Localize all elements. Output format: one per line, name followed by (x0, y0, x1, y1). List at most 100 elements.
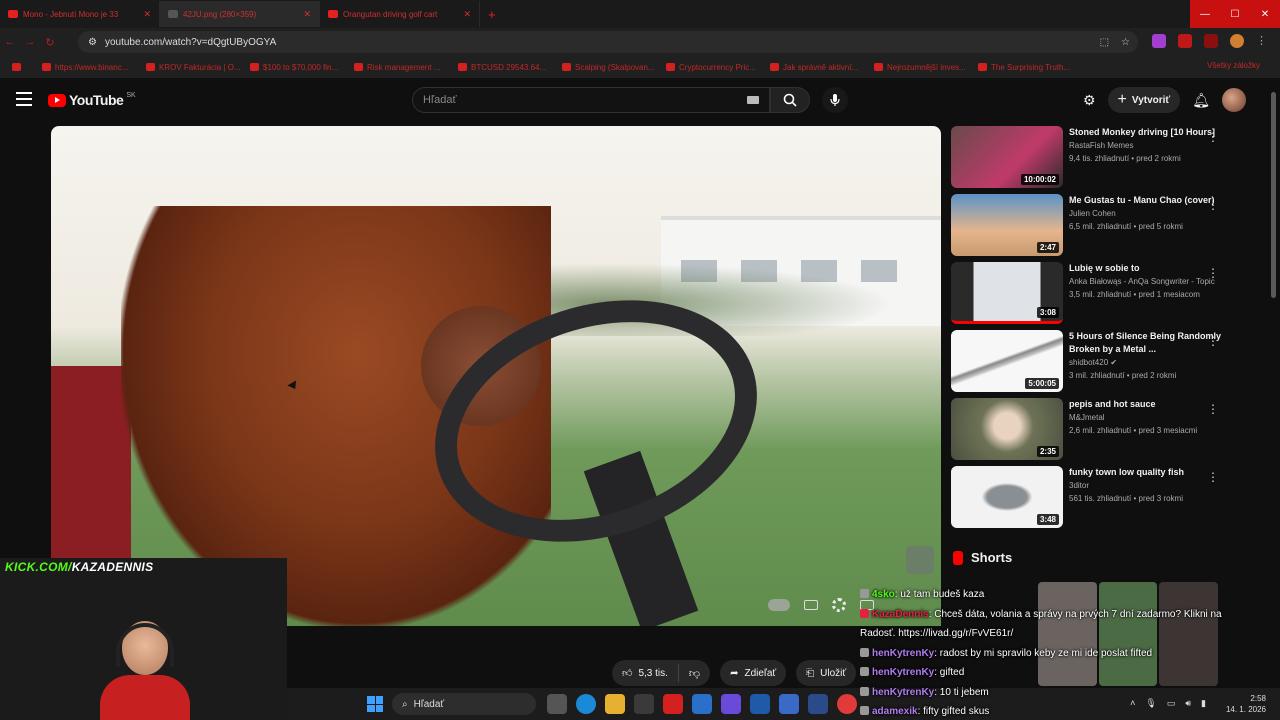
voice-search-button[interactable] (822, 87, 848, 113)
app-icon[interactable] (750, 694, 770, 714)
broadcaster-badge-icon (860, 608, 869, 618)
save-button[interactable]: ⎗ Uložiť (796, 660, 857, 686)
more-options-icon[interactable]: ⋮ (1207, 470, 1219, 484)
windows-start-icon[interactable] (367, 696, 383, 712)
like-button[interactable]: 👍︎ 5,3 tis. (612, 664, 679, 682)
recommendation-item[interactable]: 3:48 funky town low quality fish 3ditor 56… (951, 466, 1231, 534)
more-options-icon[interactable]: ⋮ (1207, 334, 1219, 348)
microphone-icon (830, 94, 840, 106)
close-tab-icon[interactable]: ✕ (303, 9, 311, 20)
bookmark[interactable]: https://www.binanc... (38, 63, 142, 72)
chat-message: henKytrenKy: gifted (860, 663, 1280, 683)
youtube-header: YouTube SK Hľadať ⚙ + Vytvoriť 🔔︎ (0, 78, 1280, 122)
store-icon[interactable] (634, 694, 654, 714)
browser-tab[interactable]: 42JU.png (280×359) ✕ (160, 1, 320, 27)
video-thumbnail[interactable]: 10:00:02 (951, 126, 1063, 188)
more-options-icon[interactable]: ⋮ (1207, 130, 1219, 144)
search-button[interactable] (770, 87, 810, 113)
create-button[interactable]: + Vytvoriť (1107, 87, 1181, 113)
search-icon: ⌕ (402, 698, 408, 710)
minimize-icon[interactable]: — (1190, 0, 1220, 28)
bookmark[interactable]: The Surprising Truth... (974, 63, 1078, 72)
app-icon[interactable] (721, 694, 741, 714)
keyboard-icon[interactable] (747, 96, 759, 104)
address-bar[interactable]: ⚙ youtube.com/watch?v=dQgtUByOGYA ⬚ ☆ (78, 31, 1138, 53)
extension-icon[interactable] (1178, 34, 1192, 48)
close-tab-icon[interactable]: ✕ (143, 9, 151, 20)
notifications-bell-icon[interactable]: 🔔︎ (1192, 92, 1210, 109)
apps-icon[interactable] (8, 63, 38, 71)
like-dislike-group: 👍︎ 5,3 tis. 👎︎ (612, 660, 711, 686)
stream-url-label: KICK.COM/KAZADENNIS (5, 560, 154, 574)
extension-icon[interactable] (1152, 34, 1166, 48)
app-icon[interactable] (808, 694, 828, 714)
more-options-icon[interactable]: ⋮ (1207, 198, 1219, 212)
profile-icon[interactable] (1230, 34, 1244, 48)
chrome-icon[interactable] (837, 694, 857, 714)
app-icon[interactable] (692, 694, 712, 714)
close-tab-icon[interactable]: ✕ (463, 9, 471, 20)
more-options-icon[interactable]: ⋮ (1207, 266, 1219, 280)
youtube-logo[interactable]: YouTube SK (48, 92, 136, 108)
bookmark[interactable]: KROV Fakturácia | O... (142, 63, 246, 72)
channel-watermark[interactable] (906, 546, 934, 574)
bookmark[interactable]: Jak správně aktivní... (766, 63, 870, 72)
autoplay-toggle[interactable] (768, 599, 790, 611)
settings-gear-icon[interactable] (832, 598, 846, 612)
file-explorer-icon[interactable] (605, 694, 625, 714)
avatar[interactable] (1222, 88, 1246, 112)
share-button[interactable]: ➦ Zdieľať (720, 660, 787, 686)
dislike-button[interactable]: 👎︎ (679, 667, 710, 680)
bookmarks-bar: https://www.binanc... KROV Fakturácia | … (0, 56, 1280, 78)
bookmark[interactable]: BTCUSD 29543.64... (454, 63, 558, 72)
chat-message: adamexik: fifty gifted skus (860, 702, 1280, 720)
back-icon[interactable]: ← (0, 36, 20, 48)
new-tab-button[interactable]: + (488, 7, 496, 22)
bookmark[interactable]: Scalping (Skalpovan... (558, 63, 662, 72)
browser-tab[interactable]: Orangutan driving golf cart ✕ (320, 1, 480, 27)
cast-icon[interactable]: ⚙ (1083, 92, 1096, 109)
address-row: ← → ↻ ⚙ youtube.com/watch?v=dQgtUByOGYA … (0, 28, 1280, 56)
reload-icon[interactable]: ↻ (40, 36, 60, 49)
browser-tab[interactable]: Mono - Jebnutí Mono je 33 ✕ (0, 1, 160, 27)
maximize-icon[interactable]: ☐ (1220, 0, 1250, 28)
video-thumbnail[interactable]: 2:47 (951, 194, 1063, 256)
sub-badge-icon (860, 589, 869, 598)
bookmark-star-icon[interactable]: ☆ (1121, 37, 1130, 48)
menu-icon[interactable]: ⋮ (1256, 34, 1270, 48)
youtube-favicon-icon (328, 10, 338, 18)
shorts-icon (953, 550, 963, 565)
edge-icon[interactable] (576, 694, 596, 714)
app-icon[interactable] (663, 694, 683, 714)
close-window-icon[interactable]: ✕ (1250, 0, 1280, 28)
video-thumbnail[interactable]: 3:48 (951, 466, 1063, 528)
video-thumbnail[interactable]: 3:08 (951, 262, 1063, 324)
sub-badge-icon (860, 686, 869, 696)
all-bookmarks-folder[interactable]: Všetky záložky (1207, 61, 1260, 70)
bookmark[interactable]: Cryptocurrency Pric... (662, 63, 766, 72)
recommendation-item[interactable]: 10:00:02 Stoned Monkey driving [10 Hours… (951, 126, 1231, 194)
headphones-icon (116, 623, 174, 667)
recommendation-item[interactable]: 2:47 Me Gustas tu - Manu Chao (cover) Jul… (951, 194, 1231, 262)
bookmark[interactable]: $100 to $70,000 fin... (246, 63, 350, 72)
forward-icon[interactable]: → (20, 36, 40, 48)
more-options-icon[interactable]: ⋮ (1207, 402, 1219, 416)
search-input[interactable]: Hľadať (412, 87, 770, 113)
subtitles-icon[interactable] (804, 600, 818, 610)
recommendation-item[interactable]: 3:08 Lubię w sobie to Anka Białowąs - AnQ… (951, 262, 1231, 330)
recommendation-item[interactable]: 5:00:05 5 Hours of Silence Being Randoml… (951, 330, 1231, 398)
install-icon[interactable]: ⬚ (1100, 37, 1109, 48)
extension-icon[interactable] (1204, 34, 1218, 48)
bookmark[interactable]: Nejrozumnější inves... (870, 63, 974, 72)
bookmark[interactable]: Risk management ... (350, 63, 454, 72)
site-info-icon[interactable]: ⚙ (88, 37, 97, 48)
taskbar-search[interactable]: ⌕ Hľadať (392, 693, 536, 715)
video-thumbnail[interactable]: 2:35 (951, 398, 1063, 460)
video-player[interactable] (51, 126, 941, 626)
video-thumbnail[interactable]: 5:00:05 (951, 330, 1063, 392)
task-view-icon[interactable] (547, 694, 567, 714)
recommendation-item[interactable]: 2:35 pepis and hot sauce M&Jmetal 2,6 mil.… (951, 398, 1231, 466)
hamburger-menu-icon[interactable] (16, 92, 32, 106)
page-scrollbar[interactable] (1271, 92, 1276, 298)
app-icon[interactable] (779, 694, 799, 714)
